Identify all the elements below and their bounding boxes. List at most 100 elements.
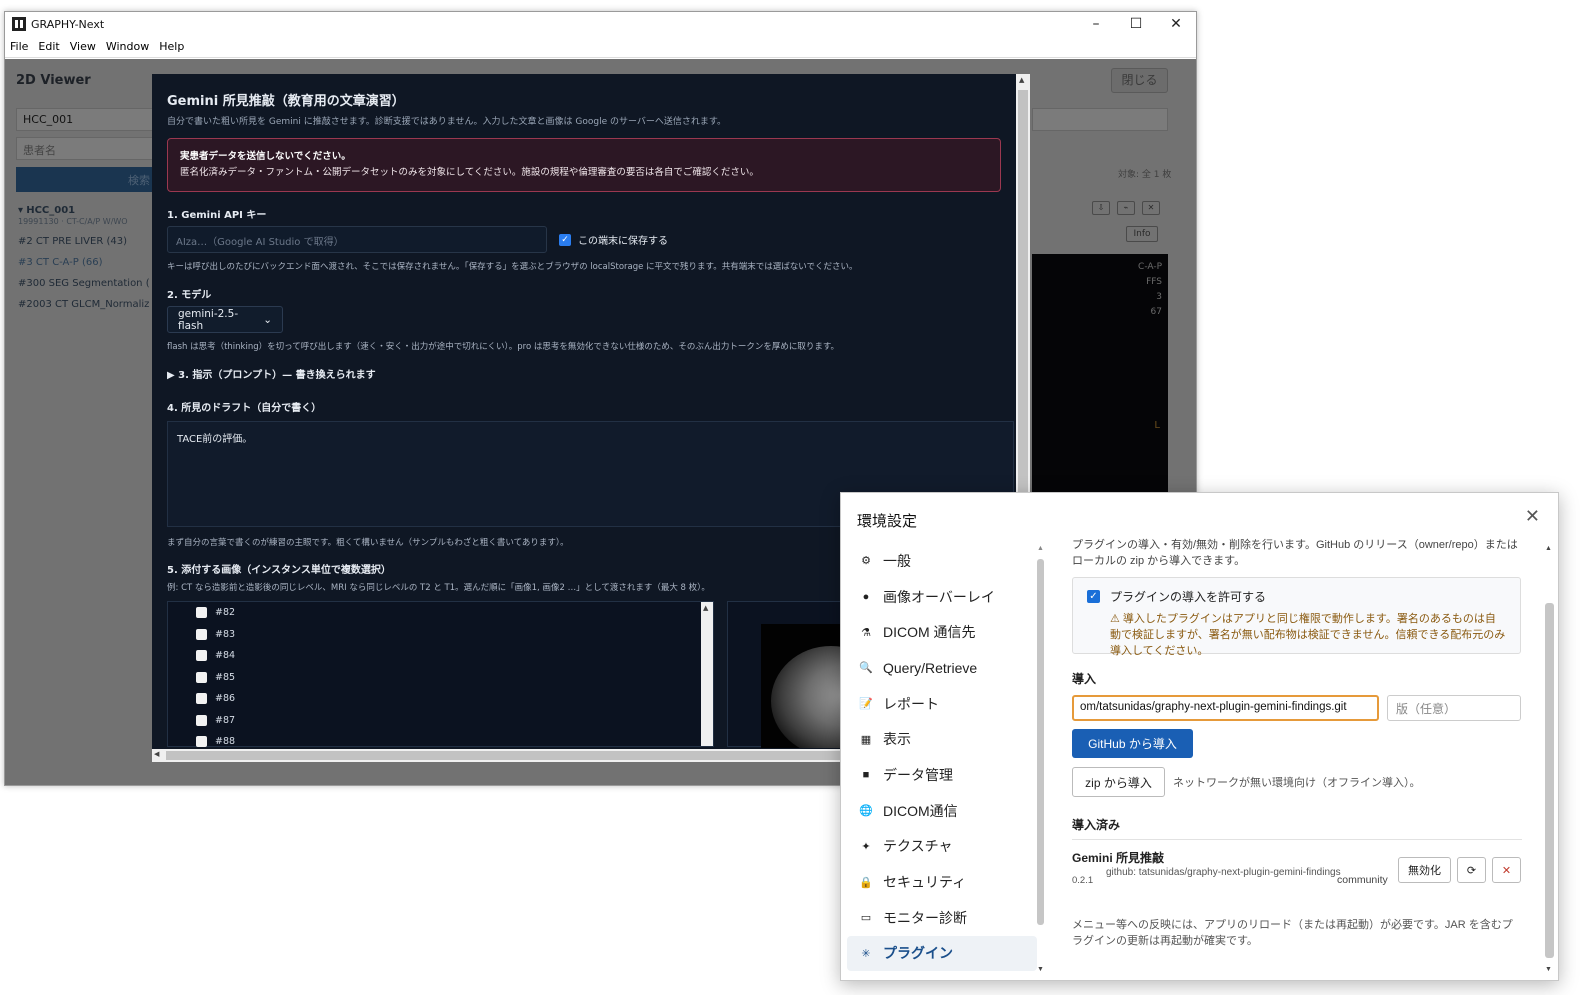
instance-item[interactable]: #84: [168, 645, 713, 667]
nav-monitor-diagnosis[interactable]: ▭ モニター診断: [847, 900, 1037, 936]
lock-icon: 🔒: [859, 876, 873, 889]
checkbox[interactable]: [196, 628, 207, 640]
display-icon: ▦: [860, 733, 872, 746]
menu-view[interactable]: View: [65, 40, 101, 53]
version-input[interactable]: 版（任意）: [1387, 695, 1521, 721]
maximize-button[interactable]: ☐: [1116, 16, 1156, 32]
close-window-button[interactable]: ✕: [1156, 16, 1196, 32]
save-key-checkbox[interactable]: ✓ この端末に保存する: [559, 232, 668, 247]
nav-dicom-destination[interactable]: ⚗ DICOM 通信先: [847, 614, 1037, 650]
checkbox[interactable]: [196, 671, 207, 683]
prompt-toggle[interactable]: ▶ 3. 指示（プロンプト）— 書き換えられます: [167, 366, 1014, 381]
nav-label: 一般: [883, 552, 911, 569]
nav-label: モニター診断: [883, 909, 967, 926]
install-from-github-button[interactable]: GitHub から導入: [1072, 729, 1193, 758]
instance-item[interactable]: #85: [168, 667, 713, 689]
link-icon[interactable]: ⌁: [1117, 201, 1135, 215]
tree-root-sub: 19991130 · CT-C/A/P W/WO: [18, 217, 128, 226]
installed-plugin-row: Gemini 所見推敲 0.2.1 github: tatsunidas/gra…: [1072, 849, 1522, 907]
instance-item[interactable]: #86: [168, 688, 713, 710]
viewer-close-button[interactable]: 閉じる: [1111, 68, 1168, 93]
memo-icon: 📝: [859, 698, 873, 711]
checkbox[interactable]: [196, 693, 207, 705]
close-icon[interactable]: ✕: [1525, 506, 1540, 527]
repo-url-input[interactable]: om/tatsunidas/graphy-next-plugin-gemini-…: [1072, 695, 1379, 721]
gear-icon: ⚙: [861, 555, 871, 568]
allow-plugins-checkbox[interactable]: ✓ プラグインの導入を許可する: [1087, 588, 1506, 605]
download-icon[interactable]: ⇩: [1092, 201, 1110, 215]
close-icon[interactable]: ✕: [1142, 201, 1160, 215]
allow-plugins-box: ✓ プラグインの導入を許可する ⚠ 導入したプラグインはアプリと同じ権限で動作し…: [1072, 577, 1521, 657]
warning-title: 実患者データを送信しないでください。: [180, 151, 351, 162]
tree-root[interactable]: ▾ HCC_001: [18, 205, 150, 216]
menu-window[interactable]: Window: [101, 40, 154, 53]
tree-series-item[interactable]: #2003 CT GLCM_Normaliz: [18, 299, 150, 310]
storage-icon: ■: [862, 768, 870, 781]
instance-item[interactable]: #87: [168, 710, 713, 732]
minimize-button[interactable]: –: [1076, 16, 1116, 32]
nav-query-retrieve[interactable]: 🔍 Query/Retrieve: [847, 650, 1037, 686]
nav-label: レポート: [883, 695, 939, 712]
nav-display[interactable]: ▦ 表示: [847, 721, 1037, 757]
overlay-icon: ●: [862, 590, 870, 603]
nav-security[interactable]: 🔒 セキュリティ: [847, 864, 1037, 900]
api-key-input[interactable]: AIza…（Google AI Studio で取得）: [167, 226, 547, 253]
warning-body: 匿名化済みデータ・ファントム・公開データセットのみを対象にしてください。施設の規…: [180, 167, 759, 178]
globe-icon: 🌐: [859, 805, 873, 818]
search-icon: 🔍: [859, 662, 873, 675]
tree-root-label: HCC_001: [26, 205, 76, 216]
viewer-title: 2D Viewer: [16, 73, 91, 88]
study-tree: ▾ HCC_001 19991130 · CT-C/A/P W/WO #2 CT…: [18, 205, 150, 320]
nav-label: Query/Retrieve: [883, 659, 978, 676]
count-label: 対象: 全 1 枚: [1118, 170, 1172, 180]
disable-plugin-button[interactable]: 無効化: [1398, 857, 1451, 883]
orientation-marker: L: [1154, 420, 1160, 431]
microscope-icon: ⚗: [861, 626, 871, 639]
patient-id-field[interactable]: HCC_001: [16, 108, 156, 131]
menu-edit[interactable]: Edit: [33, 40, 64, 53]
tree-series-item[interactable]: #300 SEG Segmentation (: [18, 278, 150, 289]
panel-scrollbar[interactable]: ▲ ▼: [1542, 543, 1556, 975]
nav-report[interactable]: 📝 レポート: [847, 686, 1037, 722]
search-button[interactable]: 検索: [16, 167, 156, 192]
nav-general[interactable]: ⚙ 一般: [847, 543, 1037, 579]
list-scrollbar[interactable]: [701, 602, 713, 746]
reload-icon[interactable]: ⟳: [1457, 857, 1486, 883]
remove-icon[interactable]: ✕: [1492, 857, 1521, 883]
preferences-title: 環境設定: [857, 513, 918, 530]
instance-item[interactable]: #82: [168, 602, 713, 624]
nav-scrollbar[interactable]: ▲ ▼: [1034, 543, 1048, 975]
nav-texture[interactable]: ✦ テクスチャ: [847, 829, 1037, 865]
nav-plugins[interactable]: ✳ プラグイン: [847, 935, 1037, 972]
menu-help[interactable]: Help: [154, 40, 189, 53]
instance-item[interactable]: #83: [168, 624, 713, 646]
nav-image-overlay[interactable]: ● 画像オーバーレイ: [847, 579, 1037, 615]
plugin-name: Gemini 所見推敲: [1072, 851, 1165, 865]
puzzle-icon: ✳: [861, 947, 871, 960]
nav-data-management[interactable]: ■ データ管理: [847, 757, 1037, 793]
checkbox[interactable]: [196, 714, 207, 726]
footer-note: メニュー等への反映には、アプリのリロード（または再起動）が必要です。JAR を含…: [1072, 919, 1513, 947]
nav-label: 画像オーバーレイ: [883, 588, 995, 605]
model-value: gemini-2.5-flash: [178, 307, 239, 332]
save-key-label: この端末に保存する: [578, 236, 668, 247]
menu-file[interactable]: File: [5, 40, 33, 53]
tree-series-item[interactable]: #3 CT C-A-P (66): [18, 257, 150, 268]
patient-name-field[interactable]: 患者名: [16, 137, 156, 160]
instance-label: #85: [215, 671, 236, 683]
nav-dicom-network[interactable]: 🌐 DICOM通信: [847, 793, 1037, 829]
instance-list[interactable]: #82 #83 #84 #85 #86 #87 #88: [167, 601, 714, 748]
instance-label: #88: [215, 736, 236, 748]
info-button[interactable]: Info: [1126, 226, 1158, 242]
checkbox[interactable]: [196, 736, 207, 748]
app-icon: [12, 17, 26, 31]
tree-series-item[interactable]: #2 CT PRE LIVER (43): [18, 236, 150, 247]
warning-box: 実患者データを送信しないでください。 匿名化済みデータ・ファントム・公開データセ…: [167, 138, 1001, 192]
checkbox[interactable]: [196, 607, 207, 619]
model-label: 2. モデル: [167, 290, 212, 301]
install-from-zip-button[interactable]: zip から導入: [1072, 767, 1165, 797]
overlay-text: 3: [1156, 292, 1162, 302]
model-select[interactable]: gemini-2.5-flash ⌄: [167, 306, 283, 333]
checkbox[interactable]: [196, 650, 207, 662]
series-select[interactable]: [1032, 108, 1168, 131]
